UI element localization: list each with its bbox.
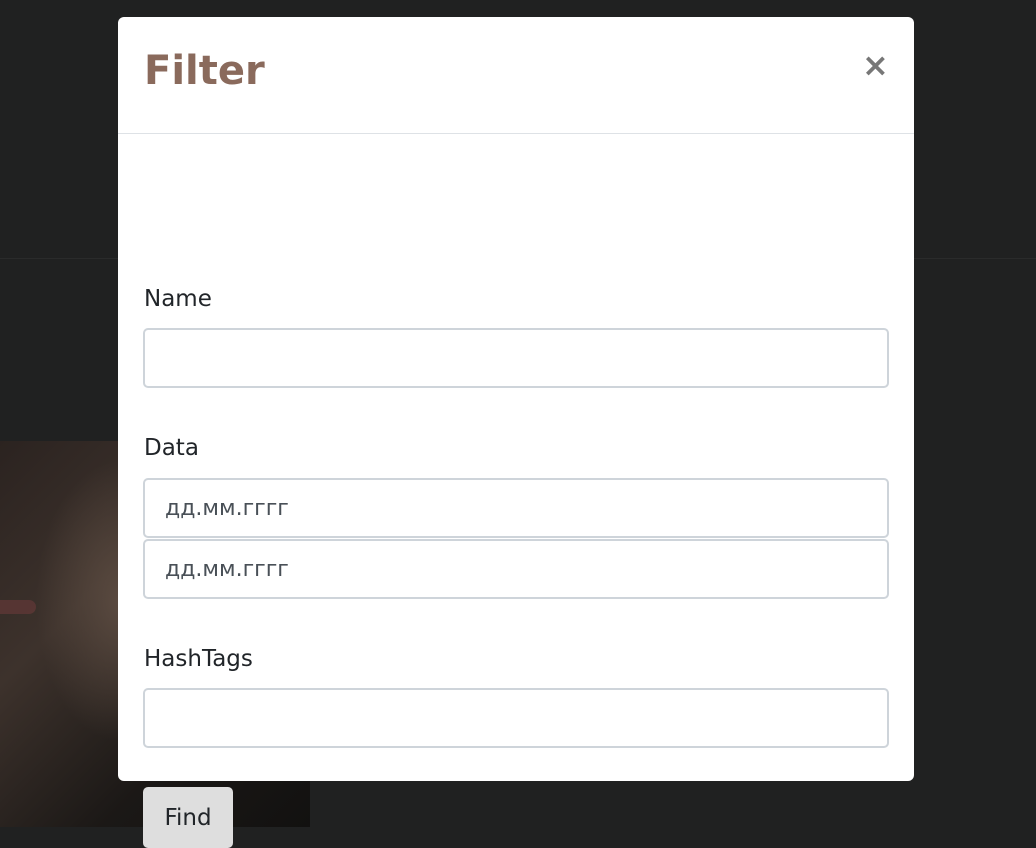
modal-header: Filter ×: [118, 17, 914, 134]
name-input[interactable]: [143, 328, 889, 388]
filter-modal: Filter × Name Data HashTags Find: [118, 17, 914, 848]
name-label: Name: [144, 286, 212, 312]
hashtags-input[interactable]: [143, 688, 889, 748]
hashtags-label: HashTags: [144, 646, 253, 672]
find-button[interactable]: Find: [143, 787, 233, 848]
data-label: Data: [144, 435, 199, 461]
close-icon: ×: [862, 46, 889, 84]
date-to-input[interactable]: [143, 539, 889, 599]
close-button[interactable]: ×: [862, 46, 889, 84]
modal-title: Filter: [144, 48, 265, 94]
background-photo-detail: [0, 600, 36, 614]
date-from-input[interactable]: [143, 478, 889, 538]
